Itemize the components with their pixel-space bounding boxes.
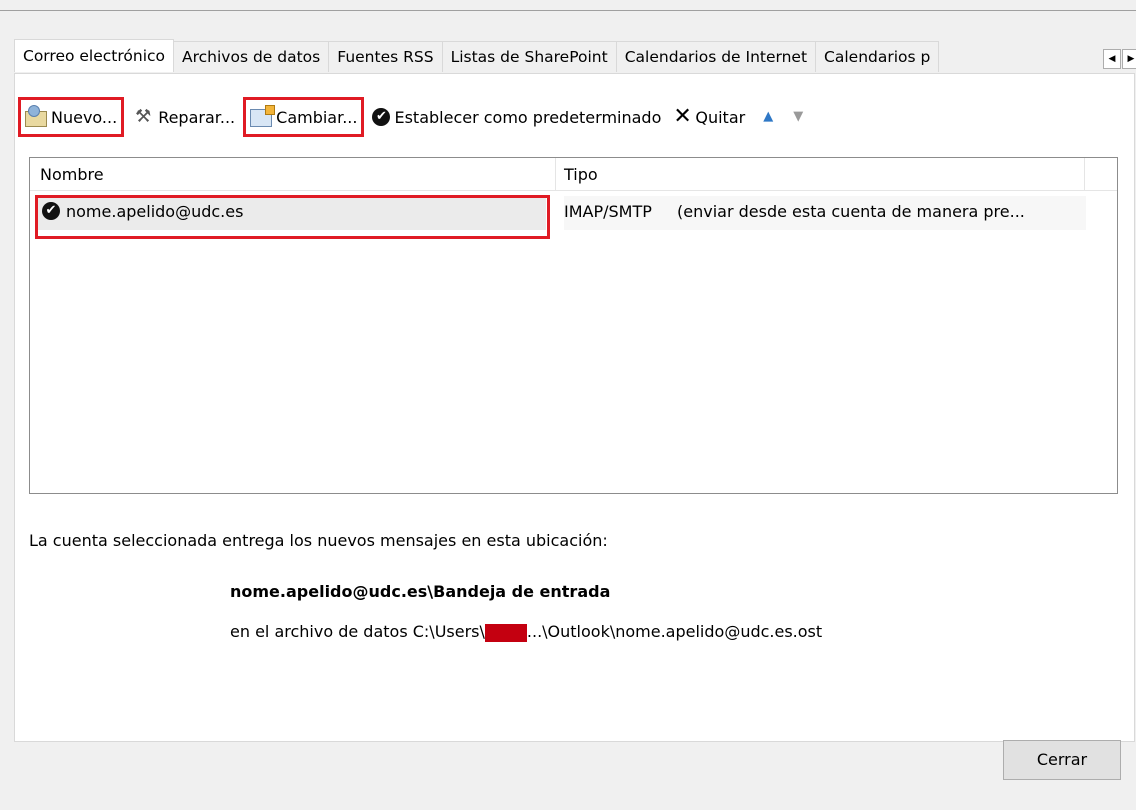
redacted-username <box>484 623 527 642</box>
column-divider[interactable] <box>1084 158 1085 190</box>
new-button-label: Nuevo... <box>51 107 118 127</box>
check-circle-icon: ✔ <box>372 108 391 126</box>
set-default-button[interactable]: ✔ Establecer como predeterminado <box>368 100 665 134</box>
close-button[interactable]: Cerrar <box>1003 740 1121 780</box>
new-account-icon <box>25 105 47 127</box>
data-file-path-prefix: en el archivo de datos C:\Users\ <box>230 622 485 641</box>
tab-published-calendars[interactable]: Calendarios p <box>816 41 940 72</box>
data-file-path-suffix: ...\Outlook\nome.apelido@udc.es.ost <box>526 622 823 641</box>
set-default-button-label: Establecer como predeterminado <box>394 107 662 127</box>
account-type: IMAP/SMTP <box>564 202 652 221</box>
chevron-left-icon[interactable]: ◀ <box>1103 49 1121 69</box>
close-icon: ✕ <box>673 104 692 129</box>
row-highlight-annotation <box>35 195 550 239</box>
remove-button-label: Quitar <box>695 107 746 127</box>
delivery-info-text: La cuenta seleccionada entrega los nuevo… <box>29 531 608 550</box>
list-header: Nombre Tipo <box>30 158 1117 191</box>
data-file-path: en el archivo de datos C:\Users\ ...\Outl… <box>230 622 822 642</box>
tab-rss-feeds[interactable]: Fuentes RSS <box>329 41 443 72</box>
tab-scroll: ◀ ▶ <box>1102 49 1136 69</box>
column-header-type[interactable]: Tipo <box>564 165 598 184</box>
account-type-description: (enviar desde esta cuenta de manera pre.… <box>677 202 1025 221</box>
remove-button[interactable]: ✕ Quitar <box>669 100 749 134</box>
change-account-icon <box>250 105 276 127</box>
tab-data-files[interactable]: Archivos de datos <box>174 41 330 72</box>
tab-email[interactable]: Correo electrónico <box>14 39 175 72</box>
repair-button[interactable]: ⚒ Reparar... <box>128 100 239 134</box>
repair-button-label: Reparar... <box>158 107 236 127</box>
change-button-label: Cambiar... <box>276 107 358 127</box>
delivery-destination: nome.apelido@udc.es\Bandeja de entrada <box>230 582 611 601</box>
account-toolbar: Nuevo... ⚒ Reparar... Cambiar... ✔ Estab… <box>18 97 813 137</box>
tab-internet-calendars[interactable]: Calendarios de Internet <box>616 41 817 72</box>
move-down-arrow-icon[interactable]: ▼ <box>791 110 805 124</box>
move-up-arrow-icon[interactable]: ▲ <box>761 110 775 124</box>
tools-icon: ⚒ <box>135 106 152 127</box>
tab-sharepoint-lists[interactable]: Listas de SharePoint <box>442 41 617 72</box>
column-header-name[interactable]: Nombre <box>40 165 104 184</box>
account-type-cell: IMAP/SMTP (enviar desde esta cuenta de m… <box>564 196 1086 230</box>
window-top-divider <box>0 10 1136 11</box>
change-button[interactable]: Cambiar... <box>243 97 365 137</box>
new-button[interactable]: Nuevo... <box>18 97 125 137</box>
tab-bar: Correo electrónico Archivos de datos Fue… <box>14 39 940 73</box>
column-divider[interactable] <box>555 158 556 190</box>
chevron-right-icon[interactable]: ▶ <box>1122 49 1136 69</box>
